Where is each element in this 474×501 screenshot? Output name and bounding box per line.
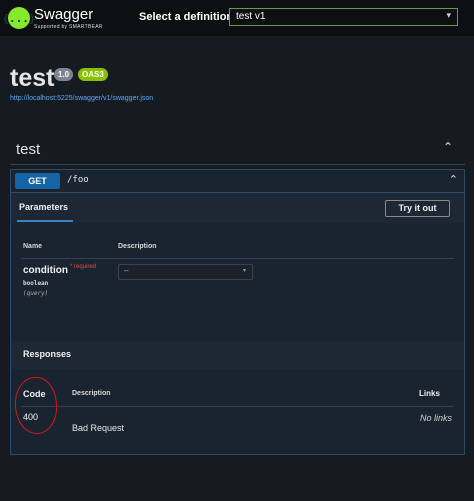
responses-title: Responses [23, 349, 72, 359]
tab-parameters[interactable]: Parameters [19, 202, 68, 212]
try-it-out-button[interactable]: Try it out [385, 200, 450, 217]
operation-block-get: GET /foo ⌃ Parameters Try it out Name De… [10, 169, 465, 455]
swagger-logo-icon: {...} [2, 7, 36, 29]
operation-path: /foo [67, 175, 89, 185]
condition-select[interactable]: -- ▾ [118, 264, 253, 280]
response-description: Bad Request [72, 423, 125, 433]
tag-name: test [16, 141, 41, 158]
param-name: condition [23, 265, 68, 276]
divider [21, 406, 454, 407]
brand-name: Swagger [34, 6, 94, 23]
condition-select-value: -- [124, 268, 129, 275]
operation-summary[interactable]: GET /foo ⌃ [11, 170, 464, 193]
oas-badge: OAS3 [78, 68, 108, 81]
param-location: (query) [23, 290, 49, 297]
definition-select-value: test v1 [236, 11, 266, 22]
response-column-links: Links [419, 389, 440, 398]
responses-header: Responses [11, 341, 464, 369]
tag-section-header[interactable]: test ⌃ [10, 138, 465, 165]
api-title: test [10, 64, 55, 92]
response-links: No links [420, 413, 453, 423]
tab-underline [17, 220, 73, 222]
brand-subtitle: Supported by SMARTBEAR [34, 24, 103, 30]
parameters-header: Parameters Try it out [11, 193, 464, 223]
chevron-down-icon: ▾ [242, 268, 246, 274]
top-bar: {...} Swagger Supported by SMARTBEAR Sel… [0, 0, 474, 36]
column-header-description: Description [118, 243, 157, 250]
select-definition-label: Select a definition [139, 11, 234, 23]
response-column-description: Description [72, 390, 111, 397]
version-badge: 1.0 [54, 68, 74, 81]
spec-url-link[interactable]: http://localhost:5225/swagger/v1/swagger… [10, 95, 153, 102]
chevron-up-icon[interactable]: ⌃ [449, 173, 458, 186]
chevron-down-icon: ▾ [446, 10, 451, 20]
column-header-name: Name [23, 243, 43, 250]
divider [21, 258, 454, 259]
param-required-marker: * required [70, 264, 97, 270]
param-type: boolean [23, 280, 49, 287]
chevron-up-icon[interactable]: ⌃ [443, 140, 453, 154]
http-method-badge: GET [15, 173, 60, 189]
definition-select[interactable]: test v1 ▾ [229, 8, 458, 26]
